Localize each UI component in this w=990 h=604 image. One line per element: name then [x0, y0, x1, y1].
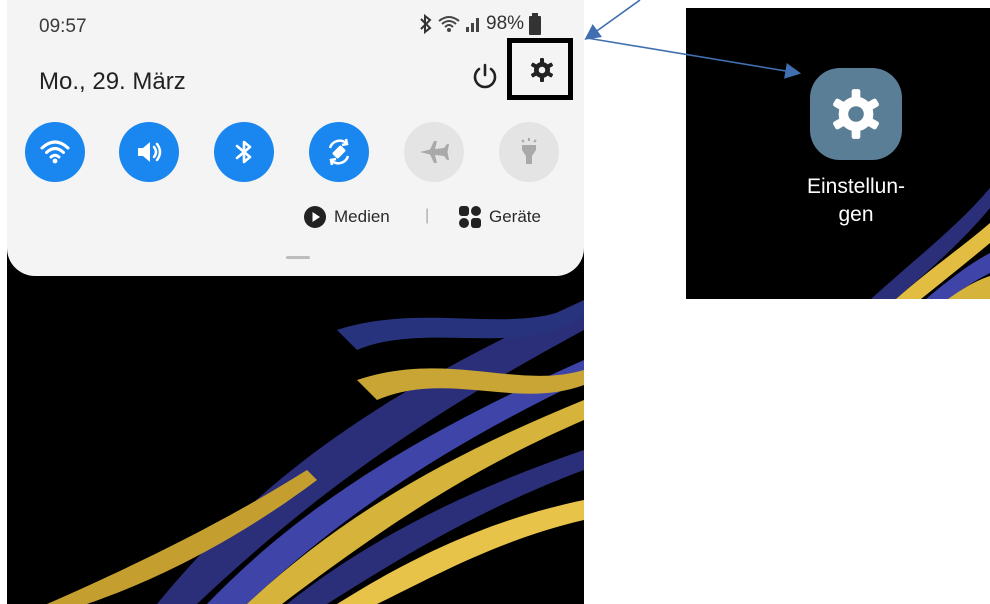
signal-icon	[466, 18, 479, 32]
separator: |	[425, 207, 430, 224]
settings-gear-icon[interactable]	[530, 58, 554, 82]
sound-tile[interactable]	[119, 122, 179, 182]
media-button[interactable]: Medien	[304, 206, 390, 228]
airplane-tile[interactable]	[404, 122, 464, 182]
flashlight-tile[interactable]	[499, 122, 559, 182]
settings-app-icon[interactable]	[810, 68, 902, 160]
bluetooth-icon	[235, 140, 252, 164]
auto-rotate-tile[interactable]	[309, 122, 369, 182]
bluetooth-icon	[420, 14, 432, 34]
rotate-icon	[328, 138, 350, 166]
airplane-icon	[420, 141, 449, 163]
settings-app-label: Einstellun- gen	[766, 173, 946, 229]
wifi-tile[interactable]	[25, 122, 85, 182]
app-label-line1: Einstellun-	[806, 175, 906, 198]
phone-screenshot: 09:57 98% Mo., 29. März Medien | Geräte	[7, 0, 584, 604]
status-time: 09:57	[39, 16, 87, 37]
battery-icon	[529, 13, 542, 35]
battery-percent: 98%	[486, 13, 525, 34]
settings-gear-icon	[833, 89, 879, 139]
app-icon-screenshot: Einstellun- gen	[686, 8, 990, 299]
arrow-to-gear	[584, 0, 641, 40]
app-label-line2: gen	[838, 203, 874, 226]
date-label: Mo., 29. März	[39, 68, 186, 95]
panel-drag-handle[interactable]	[286, 256, 310, 259]
media-label: Medien	[334, 207, 390, 226]
devices-button[interactable]: Geräte	[459, 206, 541, 228]
wifi-icon	[438, 16, 460, 32]
quick-settings-panel: 09:57 98% Mo., 29. März Medien | Geräte	[7, 0, 584, 276]
devices-label: Geräte	[489, 207, 541, 226]
status-icons: 98%	[419, 12, 542, 36]
wifi-icon	[40, 140, 70, 164]
play-icon	[304, 206, 326, 228]
power-icon[interactable]	[471, 62, 499, 90]
devices-grid-icon	[459, 206, 481, 228]
settings-highlight-box	[507, 38, 573, 100]
volume-icon	[138, 142, 162, 162]
flashlight-icon	[521, 138, 537, 164]
bluetooth-tile[interactable]	[214, 122, 274, 182]
